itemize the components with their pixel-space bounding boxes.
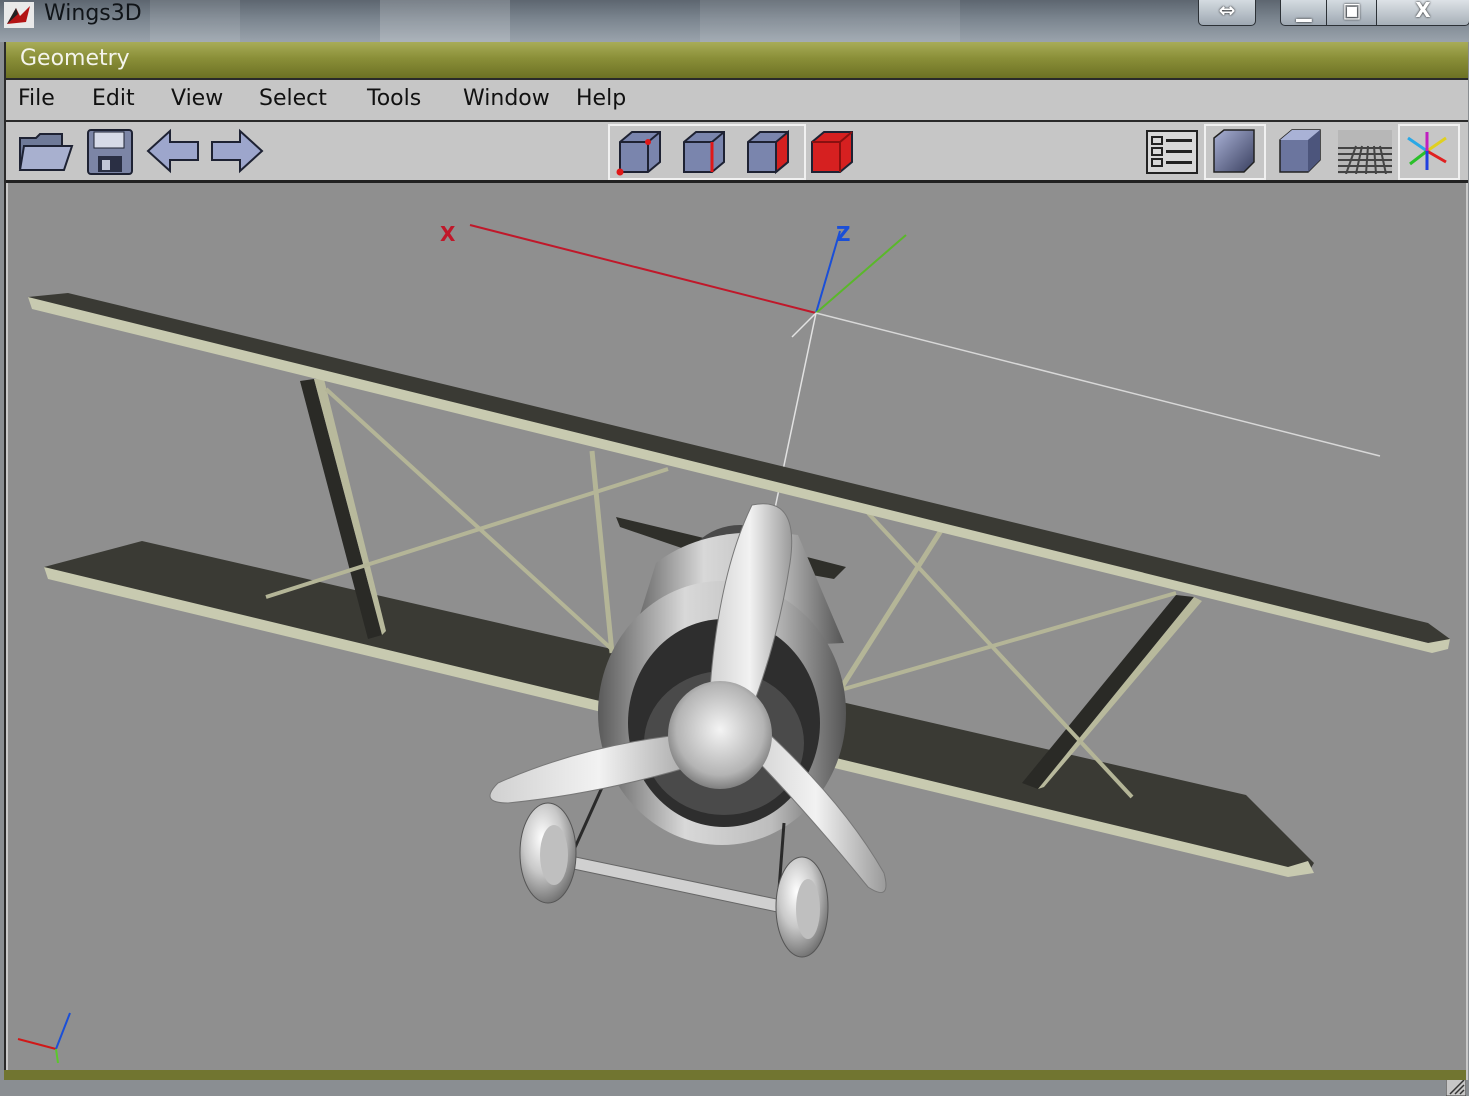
- axes-icon[interactable]: [1402, 128, 1452, 174]
- titlebar-glass: [700, 0, 960, 42]
- menu-edit[interactable]: Edit: [92, 86, 135, 111]
- wheel-left-hub: [540, 825, 568, 885]
- titlebar-glass: [380, 0, 510, 42]
- strut-left-inner: [589, 450, 615, 654]
- maximize-button[interactable]: ▣: [1326, 0, 1378, 26]
- menu-tools[interactable]: Tools: [367, 86, 421, 111]
- face-mode-icon[interactable]: [742, 128, 792, 176]
- status-strip: [4, 1070, 1466, 1080]
- edge-mode-icon[interactable]: [678, 128, 728, 176]
- x-axis-negative: [815, 312, 1381, 457]
- geometry-title: Geometry: [20, 46, 130, 71]
- window-title: Wings3D: [44, 1, 142, 26]
- mini-y-axis: [55, 1048, 59, 1064]
- y-axis-line: [815, 234, 907, 314]
- menu-file[interactable]: File: [18, 86, 55, 111]
- strut-right-inner: [835, 527, 945, 695]
- redo-arrow-icon[interactable]: [210, 128, 264, 174]
- geometry-window: Geometry File Edit View Select Tools Win…: [4, 42, 1468, 1096]
- 3d-viewport[interactable]: X Z Y: [8, 183, 1466, 1074]
- ground-grid-icon[interactable]: [1338, 130, 1392, 174]
- smooth-shaded-icon[interactable]: [1210, 128, 1258, 174]
- vertex-mode-icon[interactable]: [614, 128, 664, 176]
- strut-right-outer: [1022, 595, 1194, 789]
- x-axis-label: X: [440, 222, 456, 246]
- snap-window-button[interactable]: ⇔: [1198, 0, 1256, 26]
- minimize-icon: ▁: [1296, 0, 1312, 22]
- wings3d-app-icon: [4, 2, 34, 28]
- double-arrow-icon: ⇔: [1218, 0, 1236, 22]
- minimize-button[interactable]: ▁: [1280, 0, 1328, 26]
- mini-x-axis: [17, 1038, 57, 1050]
- os-title-bar: Wings3D ⇔ ▁ ▣ X: [0, 0, 1469, 42]
- menu-view[interactable]: View: [171, 86, 223, 111]
- wheel-right-hub: [796, 879, 820, 939]
- bracing-wire: [265, 467, 669, 599]
- open-folder-icon[interactable]: [18, 128, 74, 174]
- flat-shaded-icon[interactable]: [1276, 128, 1324, 174]
- menu-bar: File Edit View Select Tools Window Help: [6, 80, 1468, 122]
- z-axis-label: Z: [836, 222, 851, 246]
- body-mode-icon[interactable]: [806, 128, 856, 176]
- menu-help[interactable]: Help: [576, 86, 626, 111]
- x-axis-line: [469, 224, 817, 314]
- save-icon[interactable]: [86, 128, 134, 176]
- geometry-title-bar[interactable]: Geometry: [6, 42, 1468, 80]
- mini-z-axis: [55, 1012, 71, 1050]
- landing-gear-axle: [563, 854, 787, 914]
- propeller-spinner: [668, 681, 772, 789]
- info-panel-icon[interactable]: [1146, 130, 1198, 174]
- close-icon: X: [1415, 0, 1431, 22]
- menu-select[interactable]: Select: [259, 86, 327, 111]
- maximize-icon: ▣: [1342, 0, 1362, 22]
- biplane-scene[interactable]: X Z Y: [8, 183, 1466, 1072]
- close-button[interactable]: X: [1376, 0, 1469, 26]
- titlebar-glass: [150, 0, 240, 42]
- toolbar: [6, 122, 1468, 183]
- menu-window[interactable]: Window: [463, 86, 550, 111]
- undo-arrow-icon[interactable]: [146, 128, 200, 174]
